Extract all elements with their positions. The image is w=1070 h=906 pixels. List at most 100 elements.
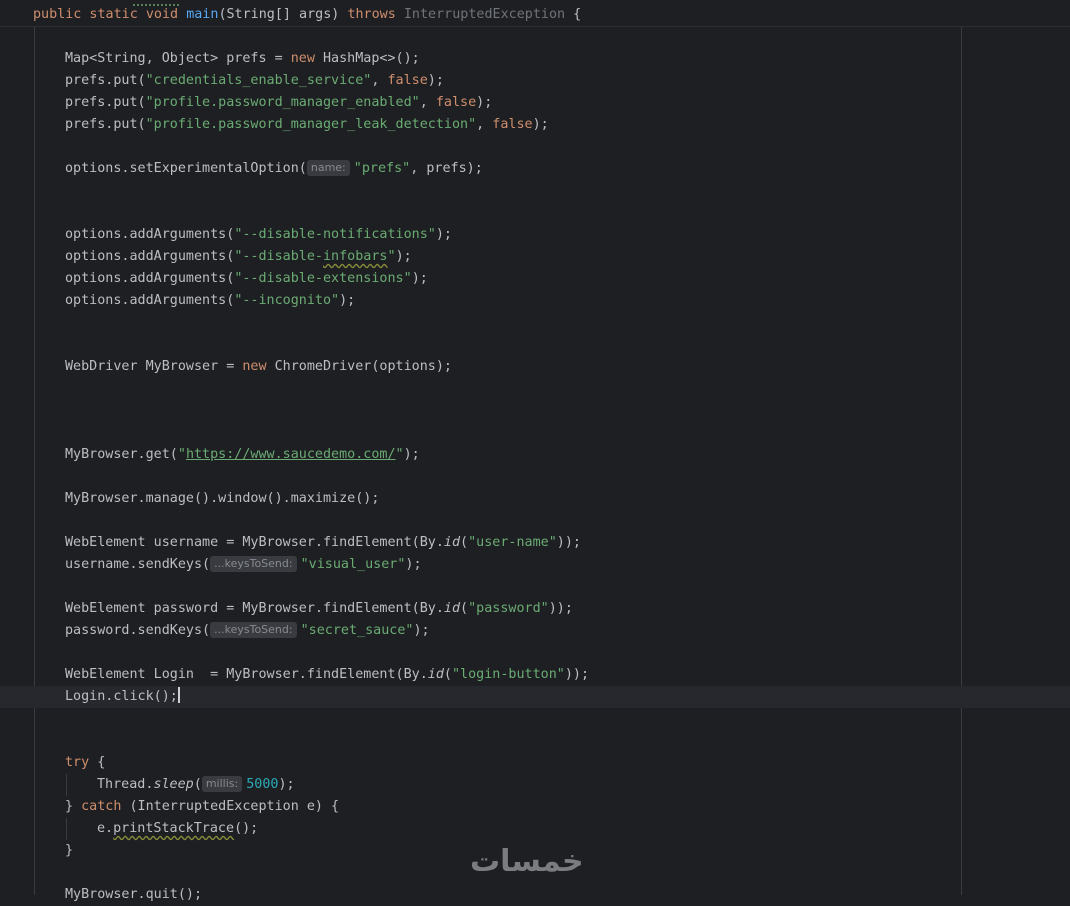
code-text: { (89, 755, 106, 770)
code-line-arg-extensions[interactable]: options.addArguments("--disable-extensio… (65, 268, 428, 290)
method-name[interactable]: main (186, 7, 218, 22)
code-text: ); (395, 249, 412, 264)
code-line-username-element[interactable]: WebElement username = MyBrowser.findElem… (65, 532, 581, 554)
code-line-put-3[interactable]: prefs.put("profile.password_manager_leak… (65, 114, 549, 136)
code-text: (); (234, 821, 259, 836)
code-line-maximize[interactable]: MyBrowser.manage().window().maximize(); (65, 488, 379, 510)
code-text: (InterruptedException e) { (121, 799, 340, 814)
code-line-close-brace[interactable]: } (65, 840, 73, 862)
code-text: MyBrowser.get( (65, 447, 178, 462)
code-line-password-element[interactable]: WebElement password = MyBrowser.findElem… (65, 598, 573, 620)
code-line-driver[interactable]: WebDriver MyBrowser = new ChromeDriver(o… (65, 356, 452, 378)
watermark-logo: خمسات (470, 844, 584, 879)
string-literal: "login-button" (451, 667, 565, 682)
code-text: } (65, 799, 82, 814)
signature-modifiers: public static void (33, 7, 187, 22)
code-line-put-2[interactable]: prefs.put("profile.password_manager_enab… (65, 92, 492, 114)
throws-keyword: throws (347, 7, 396, 22)
code-text: )); (548, 601, 573, 616)
spelling-warning-text[interactable]: infobars (323, 249, 388, 264)
code-text: , prefs); (410, 161, 483, 176)
static-method: id (443, 601, 461, 616)
code-text: ); (476, 95, 493, 110)
code-text: options.addArguments( (65, 271, 235, 286)
string-literal: "profile.password_manager_enabled" (145, 95, 420, 110)
code-text: options.addArguments( (65, 249, 235, 264)
string-literal: "profile.password_manager_leak_detection… (145, 117, 477, 132)
code-text: ); (405, 557, 422, 572)
new-keyword: new (242, 359, 267, 374)
string-literal: "user-name" (468, 535, 557, 550)
string-literal: "password" (468, 601, 549, 616)
code-text: ); (532, 117, 549, 132)
string-quote: " (395, 447, 404, 462)
code-text: ChromeDriver(options); (266, 359, 452, 374)
code-text: prefs.put( (65, 117, 146, 132)
string-literal: "prefs" (353, 161, 411, 176)
code-text: password.sendKeys( (65, 623, 211, 638)
code-line-try[interactable]: try { (65, 752, 105, 774)
code-editor[interactable]: public static void main(String[] args) t… (0, 0, 1070, 902)
code-text: MyBrowser.manage().window().maximize(); (65, 491, 380, 506)
parameter-hint: millis: (201, 776, 243, 792)
code-line-arg-notifications[interactable]: options.addArguments("--disable-notifica… (65, 224, 452, 246)
code-line-catch[interactable]: } catch (InterruptedException e) { (65, 796, 339, 818)
string-literal: "--disable-extensions" (234, 271, 412, 286)
main-method-signature[interactable]: public static void main(String[] args) t… (33, 4, 581, 26)
code-text: ); (411, 271, 428, 286)
string-literal: "--disable- (234, 249, 323, 264)
code-text: ( (443, 667, 452, 682)
code-text: prefs.put( (65, 95, 146, 110)
code-line-login-click[interactable]: Login.click(); (65, 686, 180, 708)
exception-type: InterruptedException (395, 7, 566, 22)
code-text: WebDriver MyBrowser = (65, 359, 243, 374)
string-literal: "credentials_enable_service" (145, 73, 372, 88)
code-text: prefs.put( (65, 73, 146, 88)
code-line-sleep[interactable]: Thread.sleep(millis: 5000); (97, 774, 295, 796)
code-text: Login.click(); (65, 689, 178, 704)
right-margin-guide (961, 27, 962, 895)
code-text: options.addArguments( (65, 227, 235, 242)
code-text: ); (339, 293, 356, 308)
string-literal: " (387, 249, 396, 264)
code-line-put-1[interactable]: prefs.put("credentials_enable_service", … (65, 70, 444, 92)
code-text: , (419, 95, 436, 110)
code-line-password-sendkeys[interactable]: password.sendKeys(...keysToSend: "secret_… (65, 620, 430, 642)
code-text: options.setExperimentalOption( (65, 161, 307, 176)
false-keyword: false (387, 73, 428, 88)
code-text: options.addArguments( (65, 293, 235, 308)
code-line-username-sendkeys[interactable]: username.sendKeys(...keysToSend: "visual_… (65, 554, 422, 576)
code-text: Map<String, Object> prefs = (65, 51, 291, 66)
static-method: id (427, 667, 444, 682)
code-text: , (371, 73, 388, 88)
code-line-print-stack-trace[interactable]: e.printStackTrace(); (97, 818, 258, 840)
code-text: } (65, 843, 74, 858)
code-text: username.sendKeys( (65, 557, 211, 572)
catch-indent-guide (66, 818, 67, 840)
string-literal: "secret_sauce" (300, 623, 414, 638)
string-literal: "--disable-notifications" (234, 227, 436, 242)
code-line-quit[interactable]: MyBrowser.quit(); (65, 884, 202, 906)
code-line-arg-incognito[interactable]: options.addArguments("--incognito"); (65, 290, 355, 312)
method-indent-guide (34, 27, 35, 895)
code-text: , (476, 117, 493, 132)
code-text: ); (403, 447, 420, 462)
url-link[interactable]: https://www.saucedemo.com/ (186, 447, 396, 462)
code-text: HashMap<>(); (314, 51, 420, 66)
deprecated-method-warning[interactable]: printStackTrace (113, 821, 234, 836)
code-line-get-url[interactable]: MyBrowser.get( "https://www.saucedemo.com… (65, 444, 420, 466)
code-line-set-experimental[interactable]: options.setExperimentalOption(name: "pref… (65, 158, 483, 180)
code-text: WebElement Login = MyBrowser.findElement… (65, 667, 428, 682)
code-text: )); (556, 535, 581, 550)
code-text: Thread. (97, 777, 154, 792)
code-text: ); (278, 777, 295, 792)
code-line-login-element[interactable]: WebElement Login = MyBrowser.findElement… (65, 664, 589, 686)
code-text: )); (564, 667, 590, 682)
code-text: ( (460, 535, 469, 550)
code-line-prefs-map[interactable]: Map<String, Object> prefs = new HashMap<… (65, 48, 420, 70)
code-line-arg-infobars[interactable]: options.addArguments("--disable-infobars… (65, 246, 412, 268)
code-text: WebElement password = MyBrowser.findElem… (65, 601, 444, 616)
false-keyword: false (492, 117, 533, 132)
parameter-hint: ...keysToSend: (210, 622, 297, 638)
static-method: sleep (153, 777, 194, 792)
